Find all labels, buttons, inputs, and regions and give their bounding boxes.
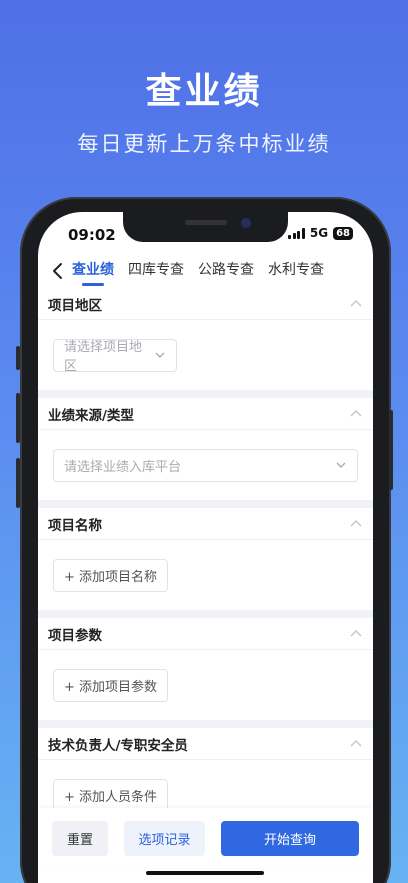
app-screen: 09:02 5G 68 查业绩 四库专查 公路专查 水利专查 项目地区 请选择项… [38,212,373,883]
chevron-up-icon[interactable] [349,737,363,751]
section-title: 业绩来源/类型 [48,407,134,424]
section-header[interactable]: 项目参数 [38,618,373,650]
tab-four-libraries[interactable]: 四库专查 [128,259,184,284]
promo-subtitle: 每日更新上万条中标业绩 [77,132,331,156]
chevron-down-icon [336,462,346,468]
chevron-down-icon [155,352,165,358]
top-nav: 查业绩 四库专查 公路专查 水利专查 [38,254,373,288]
section-source-type: 业绩来源/类型 请选择业绩入库平台 [38,398,373,500]
promo-title: 查业绩 [145,71,263,112]
add-project-params-button[interactable]: + 添加项目参数 [53,668,169,702]
home-indicator [146,871,264,875]
camera-icon [241,218,251,228]
section-header[interactable]: 项目地区 [38,288,373,320]
history-button[interactable]: 选项记录 [124,820,205,856]
filter-list[interactable]: 项目地区 请选择项目地区 业绩来源/类型 请选择业绩入库平台 项目名称 + 添加… [38,288,373,808]
section-project-params: 项目参数 + 添加项目参数 [38,618,373,720]
add-personnel-button[interactable]: + 添加人员条件 [53,778,169,808]
signal-icon [288,227,305,239]
chevron-up-icon[interactable] [349,517,363,531]
back-arrow-icon[interactable] [42,256,72,286]
section-title: 技术负责人/专职安全员 [48,737,188,754]
section-project-region: 项目地区 请选择项目地区 [38,288,373,390]
network-label: 5G [309,226,329,240]
phone-volume-down-button [16,458,20,508]
section-personnel: 技术负责人/专职安全员 + 添加人员条件 [38,728,373,808]
tab-water-conservancy[interactable]: 水利专查 [268,259,324,284]
section-header[interactable]: 业绩来源/类型 [38,398,373,430]
status-time: 09:02 [68,226,116,244]
phone-side-button [16,346,20,370]
battery-icon: 68 [333,226,353,240]
status-indicators: 5G 68 [288,226,353,240]
section-project-name: 项目名称 + 添加项目名称 [38,508,373,610]
phone-notch [123,212,288,242]
section-title: 项目参数 [48,627,102,644]
phone-power-button [389,410,393,490]
section-header[interactable]: 技术负责人/专职安全员 [38,728,373,760]
phone-volume-up-button [16,393,20,443]
tab-highway[interactable]: 公路专查 [198,259,254,284]
platform-select[interactable]: 请选择业绩入库平台 [53,448,358,482]
platform-placeholder: 请选择业绩入库平台 [64,459,182,475]
start-search-button[interactable]: 开始查询 [221,820,359,856]
tab-performance[interactable]: 查业绩 [72,259,114,284]
bottom-action-bar: 重置 选项记录 开始查询 [38,808,373,868]
chevron-up-icon[interactable] [349,297,363,311]
section-header[interactable]: 项目名称 [38,508,373,540]
section-title: 项目地区 [48,297,102,314]
region-placeholder: 请选择项目地区 [64,340,143,374]
add-project-name-button[interactable]: + 添加项目名称 [53,558,169,592]
section-title: 项目名称 [48,517,102,534]
chevron-up-icon[interactable] [349,407,363,421]
reset-button[interactable]: 重置 [52,820,108,856]
region-select[interactable]: 请选择项目地区 [53,338,177,374]
chevron-up-icon[interactable] [349,627,363,641]
